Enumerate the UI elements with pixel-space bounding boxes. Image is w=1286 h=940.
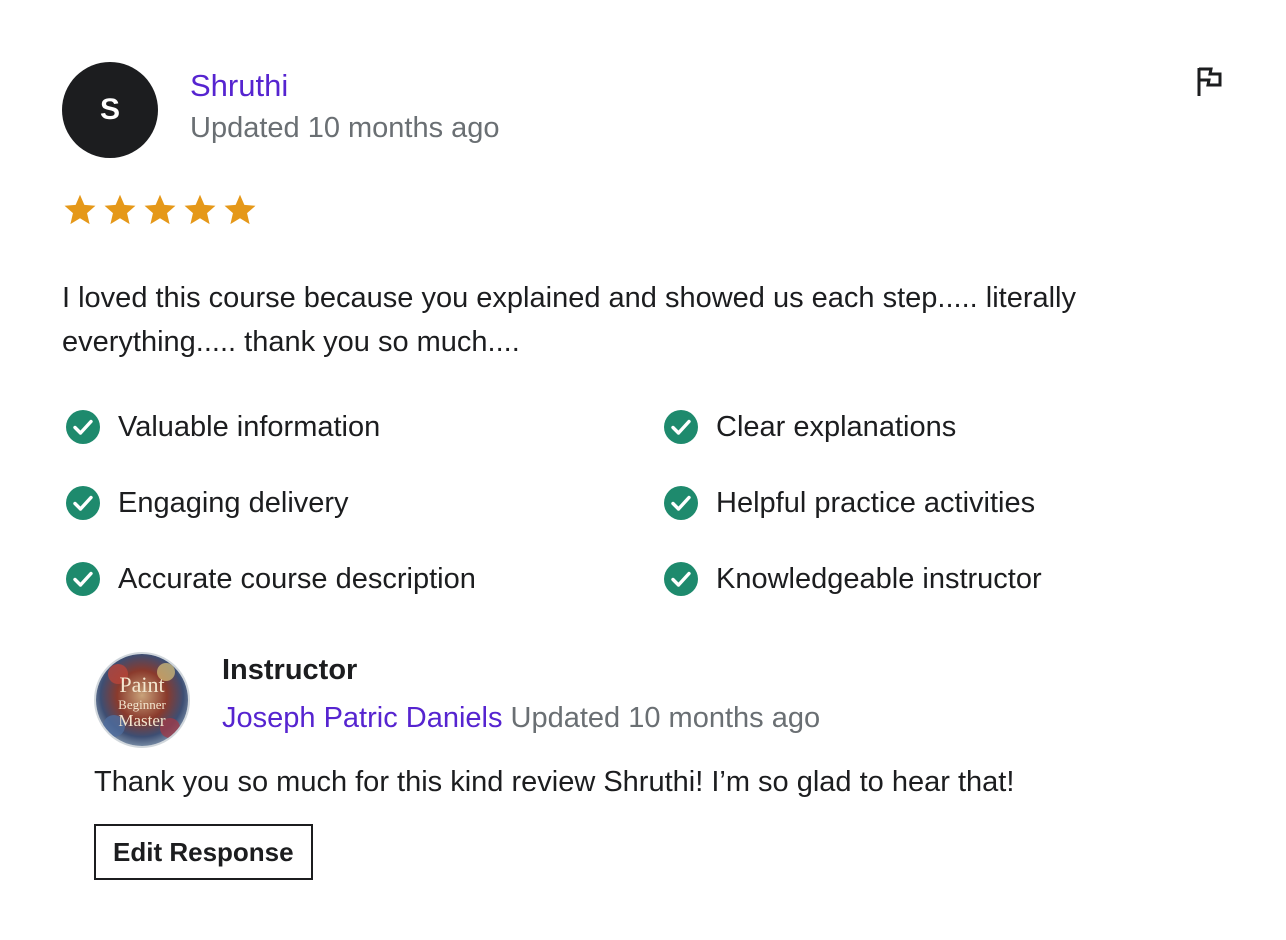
attribute-label: Knowledgeable instructor	[716, 562, 1042, 595]
instructor-avatar[interactable]: Paint Beginner Master	[94, 652, 190, 748]
attribute-label: Accurate course description	[118, 562, 476, 595]
star-icon	[142, 192, 178, 228]
avatar-logo-text: Master	[118, 711, 166, 730]
response-updated-time: Updated 10 months ago	[510, 702, 821, 734]
star-icon	[102, 192, 138, 228]
attribute-label: Helpful practice activities	[716, 486, 1036, 519]
review-attribute: Helpful practice activities	[660, 484, 1220, 522]
review-attribute: Valuable information	[62, 408, 660, 446]
response-role-label: Instructor	[222, 654, 358, 686]
attribute-label: Engaging delivery	[118, 486, 349, 519]
check-circle-icon	[662, 484, 700, 522]
check-circle-icon	[662, 408, 700, 446]
check-circle-icon	[64, 484, 102, 522]
star-rating	[62, 192, 258, 228]
response-text: Thank you so much for this kind review S…	[94, 766, 1015, 798]
edit-response-button[interactable]: Edit Response	[94, 824, 313, 880]
review-attributes: Valuable information Clear explanations En…	[62, 408, 1242, 598]
avatar-logo-text: Beginner	[118, 697, 166, 712]
attribute-label: Valuable information	[118, 410, 381, 443]
star-icon	[222, 192, 258, 228]
check-circle-icon	[662, 560, 700, 598]
star-icon	[182, 192, 218, 228]
review-attribute: Accurate course description	[62, 560, 660, 598]
review-attribute: Knowledgeable instructor	[660, 560, 1220, 598]
check-circle-icon	[64, 408, 102, 446]
reviewer-name-link[interactable]: Shruthi	[190, 68, 288, 104]
avatar-initial: S	[99, 93, 120, 126]
instructor-name-link[interactable]: Joseph Patric Daniels	[222, 702, 502, 734]
attribute-label: Clear explanations	[716, 410, 957, 443]
review-text: I loved this course because you explaine…	[62, 282, 1076, 358]
avatar-logo-text: Paint	[119, 672, 164, 697]
response-meta: Joseph Patric Daniels Updated 10 months …	[222, 702, 820, 735]
flag-icon	[1197, 67, 1222, 96]
review-updated-time: Updated 10 months ago	[190, 112, 500, 144]
report-button[interactable]	[1190, 62, 1230, 102]
check-circle-icon	[64, 560, 102, 598]
reviewer-avatar: S	[62, 62, 158, 158]
star-icon	[62, 192, 98, 228]
review-attribute: Engaging delivery	[62, 484, 660, 522]
review-attribute: Clear explanations	[660, 408, 1220, 446]
